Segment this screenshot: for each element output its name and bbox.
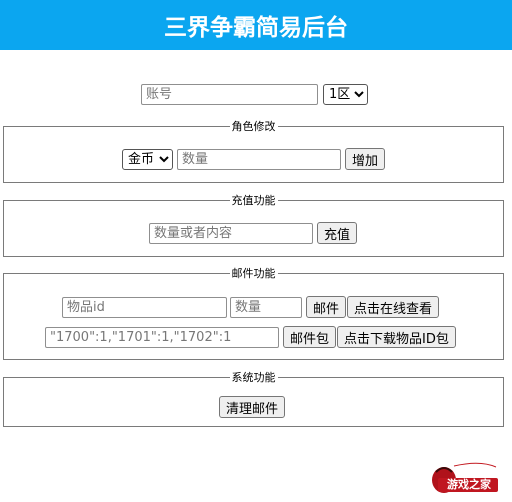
page-title: 三界争霸简易后台 bbox=[164, 15, 348, 41]
mail-package-button[interactable]: 邮件包 bbox=[283, 326, 337, 348]
watermark-logo: 游戏之家 bbox=[430, 458, 500, 496]
account-row: 1区 bbox=[141, 84, 368, 105]
recharge-section-legend: 充值功能 bbox=[231, 194, 276, 207]
mail-button[interactable]: 邮件 bbox=[306, 296, 347, 318]
role-row: 金币 增加 bbox=[122, 148, 386, 170]
item-id-input[interactable] bbox=[62, 296, 227, 318]
page-header: 三界争霸简易后台 bbox=[0, 0, 512, 50]
download-item-ids-button[interactable]: 点击下载物品ID包 bbox=[337, 326, 456, 348]
add-button[interactable]: 增加 bbox=[345, 148, 386, 170]
zone-select[interactable]: 1区 bbox=[323, 84, 368, 105]
mail-amount-input[interactable] bbox=[230, 296, 302, 318]
recharge-button[interactable]: 充值 bbox=[317, 222, 358, 244]
clear-mail-button[interactable]: 清理邮件 bbox=[219, 396, 286, 418]
account-input[interactable] bbox=[141, 84, 318, 105]
view-online-button[interactable]: 点击在线查看 bbox=[347, 296, 440, 318]
role-section-legend: 角色修改 bbox=[231, 120, 276, 133]
mail-package-row: 邮件包 点击下载物品ID包 bbox=[45, 326, 456, 348]
system-row: 清理邮件 bbox=[219, 396, 286, 418]
item-package-input[interactable] bbox=[45, 326, 279, 348]
system-section-legend: 系统功能 bbox=[231, 371, 276, 384]
currency-select[interactable]: 金币 bbox=[122, 148, 173, 170]
mail-section-legend: 邮件功能 bbox=[231, 267, 276, 280]
recharge-row: 充值 bbox=[149, 222, 358, 244]
recharge-input[interactable] bbox=[149, 222, 313, 244]
role-amount-input[interactable] bbox=[177, 148, 341, 170]
logo-text: 游戏之家 bbox=[447, 478, 491, 491]
mail-row: 邮件 点击在线查看 bbox=[62, 296, 440, 318]
